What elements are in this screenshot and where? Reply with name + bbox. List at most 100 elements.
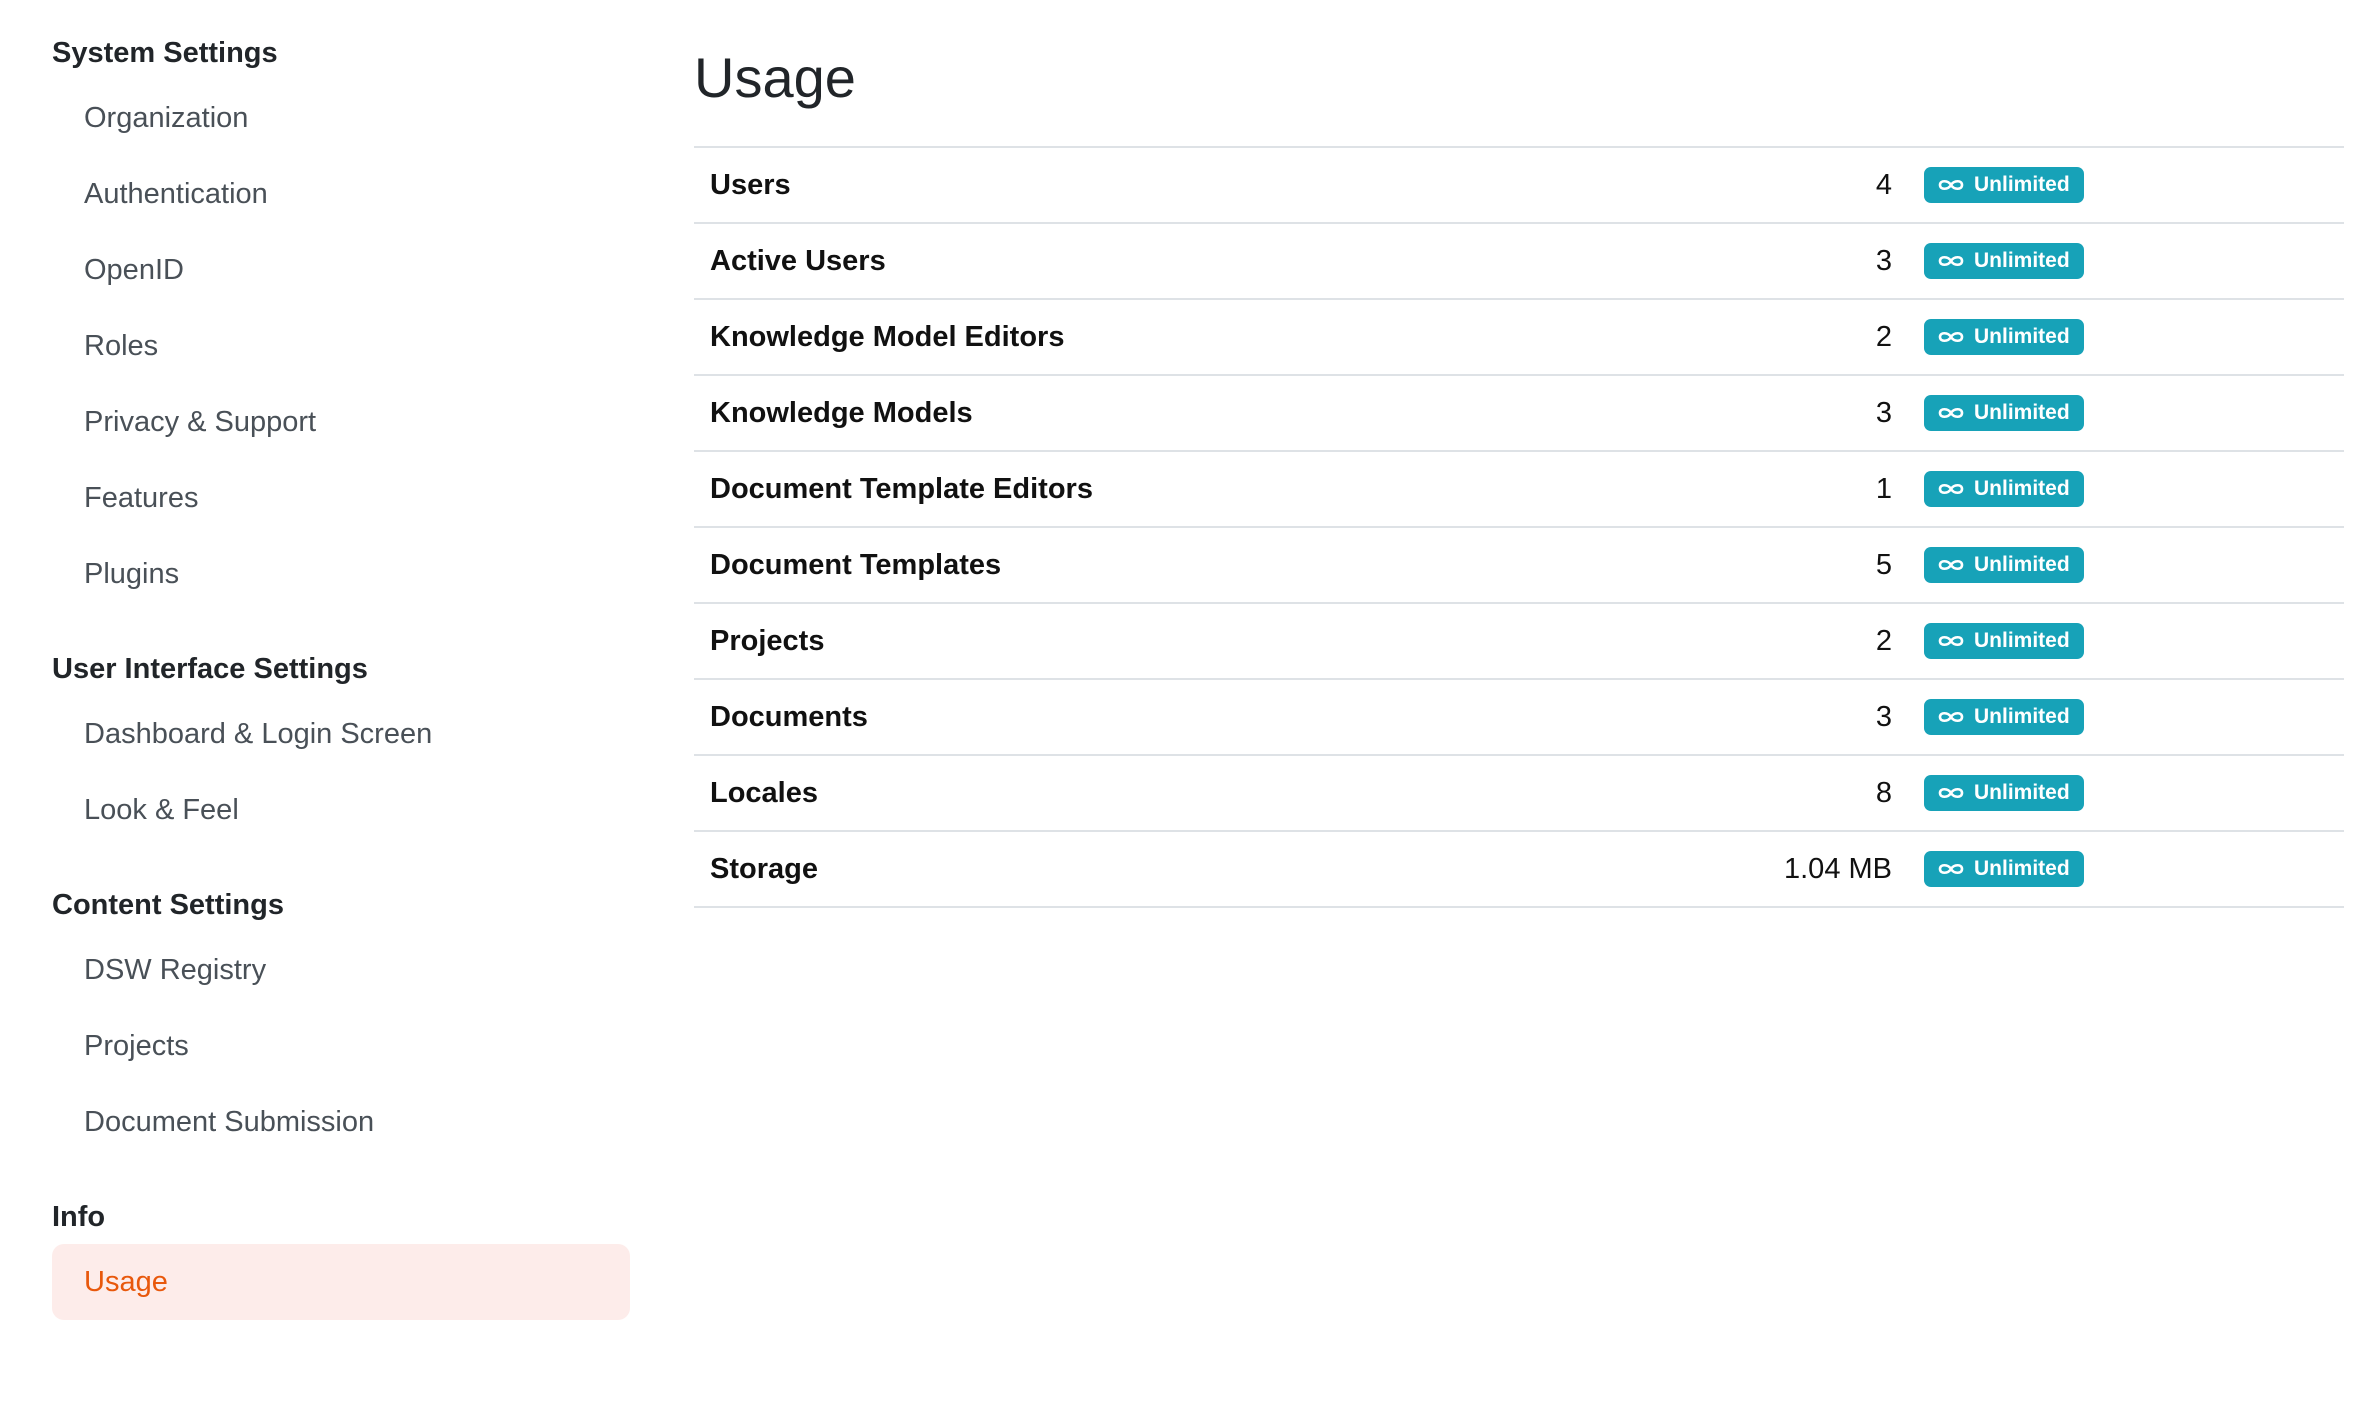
table-row: Knowledge Models 3 Unlimited: [694, 375, 2344, 451]
unlimited-badge: Unlimited: [1924, 775, 2084, 811]
sidebar-section-content-settings: Content Settings DSW Registry Projects D…: [52, 878, 630, 1160]
badge-label: Unlimited: [1974, 705, 2070, 728]
unlimited-badge: Unlimited: [1924, 623, 2084, 659]
badge-label: Unlimited: [1974, 401, 2070, 424]
usage-label: Locales: [710, 776, 818, 809]
unlimited-badge: Unlimited: [1924, 851, 2084, 887]
sidebar-item-roles[interactable]: Roles: [52, 308, 630, 384]
sidebar-item-dashboard-login[interactable]: Dashboard & Login Screen: [52, 696, 630, 772]
usage-value: 8: [1875, 776, 1892, 809]
sidebar-nav-list: DSW Registry Projects Document Submissio…: [52, 932, 630, 1160]
infinity-icon: [1938, 255, 1964, 267]
usage-limit-cell: Unlimited: [1924, 679, 2344, 755]
usage-limit-cell: Unlimited: [1924, 375, 2344, 451]
badge-label: Unlimited: [1974, 249, 2070, 272]
sidebar-item-look-feel[interactable]: Look & Feel: [52, 772, 630, 848]
table-row: Documents 3 Unlimited: [694, 679, 2344, 755]
usage-table-body: Users 4 Unlimited Active Users 3 Unlimit…: [694, 147, 2344, 907]
infinity-icon: [1938, 787, 1964, 799]
usage-value: 1.04 MB: [1784, 852, 1892, 885]
unlimited-badge: Unlimited: [1924, 547, 2084, 583]
sidebar-item-document-submission[interactable]: Document Submission: [52, 1084, 630, 1160]
sidebar-item-organization[interactable]: Organization: [52, 80, 630, 156]
table-row: Locales 8 Unlimited: [694, 755, 2344, 831]
badge-label: Unlimited: [1974, 857, 2070, 880]
sidebar-section-info: Info Usage: [52, 1190, 630, 1320]
sidebar-section-title: System Settings: [52, 37, 278, 69]
infinity-icon: [1938, 559, 1964, 571]
usage-limit-cell: Unlimited: [1924, 451, 2344, 527]
usage-label: Active Users: [710, 244, 886, 277]
unlimited-badge: Unlimited: [1924, 699, 2084, 735]
sidebar-section-title: User Interface Settings: [52, 653, 368, 685]
table-row: Document Template Editors 1 Unlimited: [694, 451, 2344, 527]
usage-label: Document Template Editors: [710, 472, 1093, 505]
sidebar-item-privacy-support[interactable]: Privacy & Support: [52, 384, 630, 460]
sidebar-item-dsw-registry[interactable]: DSW Registry: [52, 932, 630, 1008]
sidebar-nav-list: Dashboard & Login Screen Look & Feel: [52, 696, 630, 848]
usage-value: 1: [1875, 472, 1892, 505]
usage-value: 3: [1875, 700, 1892, 733]
table-row: Projects 2 Unlimited: [694, 603, 2344, 679]
settings-sidebar: System Settings Organization Authenticat…: [52, 26, 630, 1350]
infinity-icon: [1938, 711, 1964, 723]
page-title: Usage: [694, 46, 856, 109]
sidebar-section-ui-settings: User Interface Settings Dashboard & Logi…: [52, 642, 630, 848]
usage-value: 3: [1875, 396, 1892, 429]
badge-label: Unlimited: [1974, 325, 2070, 348]
badge-label: Unlimited: [1974, 553, 2070, 576]
infinity-icon: [1938, 407, 1964, 419]
table-row: Users 4 Unlimited: [694, 147, 2344, 223]
sidebar-item-plugins[interactable]: Plugins: [52, 536, 630, 612]
usage-limit-cell: Unlimited: [1924, 603, 2344, 679]
usage-limit-cell: Unlimited: [1924, 299, 2344, 375]
infinity-icon: [1938, 635, 1964, 647]
usage-value: 3: [1875, 244, 1892, 277]
badge-label: Unlimited: [1974, 477, 2070, 500]
unlimited-badge: Unlimited: [1924, 319, 2084, 355]
usage-label: Projects: [710, 624, 825, 657]
usage-value: 4: [1875, 168, 1892, 201]
unlimited-badge: Unlimited: [1924, 471, 2084, 507]
sidebar-nav-list: Organization Authentication OpenID Roles…: [52, 80, 630, 612]
sidebar-item-features[interactable]: Features: [52, 460, 630, 536]
sidebar-item-usage[interactable]: Usage: [52, 1244, 630, 1320]
sidebar-item-authentication[interactable]: Authentication: [52, 156, 630, 232]
badge-label: Unlimited: [1974, 629, 2070, 652]
usage-label: Storage: [710, 852, 818, 885]
usage-value: 2: [1875, 624, 1892, 657]
sidebar-section-title: Info: [52, 1201, 106, 1233]
sidebar-item-projects[interactable]: Projects: [52, 1008, 630, 1084]
usage-value: 2: [1875, 320, 1892, 353]
unlimited-badge: Unlimited: [1924, 243, 2084, 279]
table-row: Active Users 3 Unlimited: [694, 223, 2344, 299]
badge-label: Unlimited: [1974, 781, 2070, 804]
usage-limit-cell: Unlimited: [1924, 831, 2344, 907]
table-row: Knowledge Model Editors 2 Unlimited: [694, 299, 2344, 375]
main-content: Usage Users 4 Unlimited Active Users 3 U…: [694, 20, 2344, 908]
infinity-icon: [1938, 483, 1964, 495]
infinity-icon: [1938, 179, 1964, 191]
badge-label: Unlimited: [1974, 173, 2070, 196]
infinity-icon: [1938, 863, 1964, 875]
sidebar-item-openid[interactable]: OpenID: [52, 232, 630, 308]
usage-table: Users 4 Unlimited Active Users 3 Unlimit…: [694, 146, 2344, 908]
usage-value: 5: [1875, 548, 1892, 581]
table-row: Storage 1.04 MB Unlimited: [694, 831, 2344, 907]
usage-label: Knowledge Models: [710, 396, 973, 429]
unlimited-badge: Unlimited: [1924, 167, 2084, 203]
usage-limit-cell: Unlimited: [1924, 527, 2344, 603]
infinity-icon: [1938, 331, 1964, 343]
sidebar-section-title: Content Settings: [52, 889, 284, 921]
usage-label: Documents: [710, 700, 868, 733]
usage-limit-cell: Unlimited: [1924, 223, 2344, 299]
usage-label: Users: [710, 168, 791, 201]
usage-label: Knowledge Model Editors: [710, 320, 1065, 353]
sidebar-section-system-settings: System Settings Organization Authenticat…: [52, 26, 630, 612]
usage-limit-cell: Unlimited: [1924, 755, 2344, 831]
usage-limit-cell: Unlimited: [1924, 147, 2344, 223]
sidebar-nav-list: Usage: [52, 1244, 630, 1320]
unlimited-badge: Unlimited: [1924, 395, 2084, 431]
table-row: Document Templates 5 Unlimited: [694, 527, 2344, 603]
usage-label: Document Templates: [710, 548, 1002, 581]
